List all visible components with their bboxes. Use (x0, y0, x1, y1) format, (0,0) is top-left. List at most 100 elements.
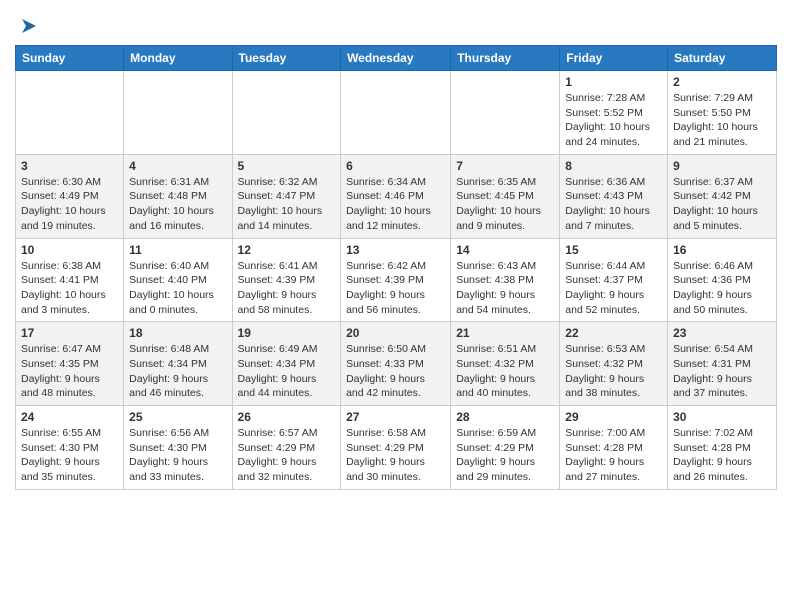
day-info: Sunrise: 6:57 AM Sunset: 4:29 PM Dayligh… (238, 426, 336, 485)
day-info: Sunrise: 6:36 AM Sunset: 4:43 PM Dayligh… (565, 175, 662, 234)
calendar-week-row: 10Sunrise: 6:38 AM Sunset: 4:41 PM Dayli… (16, 238, 777, 322)
day-number: 22 (565, 326, 662, 340)
calendar-week-row: 3 Sunrise: 6:30 AM Sunset: 4:49 PM Daylig… (16, 154, 777, 238)
day-info: Sunrise: 6:54 AM Sunset: 4:31 PM Dayligh… (673, 342, 771, 401)
calendar-header-row: SundayMondayTuesdayWednesdayThursdayFrid… (16, 46, 777, 71)
day-number: 7 (456, 159, 554, 173)
day-number: 13 (346, 243, 445, 257)
day-number: 1 (565, 75, 662, 89)
day-number: 8 (565, 159, 662, 173)
day-number: 9 (673, 159, 771, 173)
day-info: Sunrise: 6:32 AM Sunset: 4:47 PM Dayligh… (238, 175, 336, 234)
calendar-cell: 13 Sunrise: 6:42 AM Sunset: 4:39 PM Dayli… (341, 238, 451, 322)
calendar-cell: 18 Sunrise: 6:48 AM Sunset: 4:34 PM Dayli… (124, 322, 232, 406)
calendar-cell: 10Sunrise: 6:38 AM Sunset: 4:41 PM Dayli… (16, 238, 124, 322)
day-info: Sunrise: 6:48 AM Sunset: 4:34 PM Dayligh… (129, 342, 226, 401)
day-number: 11 (129, 243, 226, 257)
calendar-cell (232, 71, 341, 155)
calendar-cell: 4Sunrise: 6:31 AM Sunset: 4:48 PM Daylig… (124, 154, 232, 238)
day-info: Sunrise: 6:53 AM Sunset: 4:32 PM Dayligh… (565, 342, 662, 401)
day-number: 6 (346, 159, 445, 173)
day-info: Sunrise: 6:31 AM Sunset: 4:48 PM Dayligh… (129, 175, 226, 234)
calendar-cell: 5 Sunrise: 6:32 AM Sunset: 4:47 PM Daylig… (232, 154, 341, 238)
day-info: Sunrise: 7:28 AM Sunset: 5:52 PM Dayligh… (565, 91, 662, 150)
day-info: Sunrise: 7:02 AM Sunset: 4:28 PM Dayligh… (673, 426, 771, 485)
day-info: Sunrise: 6:50 AM Sunset: 4:33 PM Dayligh… (346, 342, 445, 401)
day-number: 28 (456, 410, 554, 424)
calendar-cell (16, 71, 124, 155)
calendar-cell: 17Sunrise: 6:47 AM Sunset: 4:35 PM Dayli… (16, 322, 124, 406)
day-number: 10 (21, 243, 118, 257)
calendar-cell: 9 Sunrise: 6:37 AM Sunset: 4:42 PM Daylig… (668, 154, 777, 238)
day-number: 24 (21, 410, 118, 424)
calendar-week-row: 1 Sunrise: 7:28 AM Sunset: 5:52 PM Daylig… (16, 71, 777, 155)
day-info: Sunrise: 6:34 AM Sunset: 4:46 PM Dayligh… (346, 175, 445, 234)
day-number: 14 (456, 243, 554, 257)
day-number: 26 (238, 410, 336, 424)
calendar-header-friday: Friday (560, 46, 668, 71)
calendar-cell: 23Sunrise: 6:54 AM Sunset: 4:31 PM Dayli… (668, 322, 777, 406)
calendar-cell: 14 Sunrise: 6:43 AM Sunset: 4:38 PM Dayli… (451, 238, 560, 322)
day-number: 15 (565, 243, 662, 257)
day-info: Sunrise: 6:59 AM Sunset: 4:29 PM Dayligh… (456, 426, 554, 485)
day-info: Sunrise: 7:00 AM Sunset: 4:28 PM Dayligh… (565, 426, 662, 485)
day-number: 19 (238, 326, 336, 340)
day-number: 3 (21, 159, 118, 173)
day-info: Sunrise: 6:46 AM Sunset: 4:36 PM Dayligh… (673, 259, 771, 318)
calendar-cell: 24 Sunrise: 6:55 AM Sunset: 4:30 PM Dayli… (16, 406, 124, 490)
logo (15, 15, 40, 37)
calendar-cell (451, 71, 560, 155)
day-number: 20 (346, 326, 445, 340)
day-info: Sunrise: 6:30 AM Sunset: 4:49 PM Dayligh… (21, 175, 118, 234)
calendar-cell: 2Sunrise: 7:29 AM Sunset: 5:50 PM Daylig… (668, 71, 777, 155)
calendar-header-sunday: Sunday (16, 46, 124, 71)
calendar-cell: 1 Sunrise: 7:28 AM Sunset: 5:52 PM Daylig… (560, 71, 668, 155)
calendar-header-tuesday: Tuesday (232, 46, 341, 71)
day-number: 30 (673, 410, 771, 424)
day-info: Sunrise: 6:44 AM Sunset: 4:37 PM Dayligh… (565, 259, 662, 318)
calendar-cell: 6 Sunrise: 6:34 AM Sunset: 4:46 PM Daylig… (341, 154, 451, 238)
calendar-header-wednesday: Wednesday (341, 46, 451, 71)
calendar-cell: 30 Sunrise: 7:02 AM Sunset: 4:28 PM Dayli… (668, 406, 777, 490)
header (15, 10, 777, 37)
day-number: 18 (129, 326, 226, 340)
calendar-header-thursday: Thursday (451, 46, 560, 71)
calendar-table: SundayMondayTuesdayWednesdayThursdayFrid… (15, 45, 777, 490)
day-info: Sunrise: 6:56 AM Sunset: 4:30 PM Dayligh… (129, 426, 226, 485)
day-info: Sunrise: 6:37 AM Sunset: 4:42 PM Dayligh… (673, 175, 771, 234)
calendar-cell: 22 Sunrise: 6:53 AM Sunset: 4:32 PM Dayli… (560, 322, 668, 406)
day-info: Sunrise: 7:29 AM Sunset: 5:50 PM Dayligh… (673, 91, 771, 150)
day-info: Sunrise: 6:58 AM Sunset: 4:29 PM Dayligh… (346, 426, 445, 485)
day-info: Sunrise: 6:41 AM Sunset: 4:39 PM Dayligh… (238, 259, 336, 318)
calendar-cell: 28 Sunrise: 6:59 AM Sunset: 4:29 PM Dayli… (451, 406, 560, 490)
day-number: 17 (21, 326, 118, 340)
day-info: Sunrise: 6:42 AM Sunset: 4:39 PM Dayligh… (346, 259, 445, 318)
calendar-cell: 12 Sunrise: 6:41 AM Sunset: 4:39 PM Dayli… (232, 238, 341, 322)
calendar-cell: 7Sunrise: 6:35 AM Sunset: 4:45 PM Daylig… (451, 154, 560, 238)
calendar-cell: 11 Sunrise: 6:40 AM Sunset: 4:40 PM Dayli… (124, 238, 232, 322)
day-info: Sunrise: 6:51 AM Sunset: 4:32 PM Dayligh… (456, 342, 554, 401)
calendar-cell: 15 Sunrise: 6:44 AM Sunset: 4:37 PM Dayli… (560, 238, 668, 322)
calendar-week-row: 24 Sunrise: 6:55 AM Sunset: 4:30 PM Dayli… (16, 406, 777, 490)
calendar-cell: 26 Sunrise: 6:57 AM Sunset: 4:29 PM Dayli… (232, 406, 341, 490)
calendar-cell: 21 Sunrise: 6:51 AM Sunset: 4:32 PM Dayli… (451, 322, 560, 406)
calendar-cell: 27 Sunrise: 6:58 AM Sunset: 4:29 PM Dayli… (341, 406, 451, 490)
calendar-cell: 20 Sunrise: 6:50 AM Sunset: 4:33 PM Dayli… (341, 322, 451, 406)
calendar-week-row: 17Sunrise: 6:47 AM Sunset: 4:35 PM Dayli… (16, 322, 777, 406)
day-number: 12 (238, 243, 336, 257)
day-info: Sunrise: 6:43 AM Sunset: 4:38 PM Dayligh… (456, 259, 554, 318)
calendar-cell: 19 Sunrise: 6:49 AM Sunset: 4:34 PM Dayli… (232, 322, 341, 406)
calendar-cell: 3 Sunrise: 6:30 AM Sunset: 4:49 PM Daylig… (16, 154, 124, 238)
day-info: Sunrise: 6:40 AM Sunset: 4:40 PM Dayligh… (129, 259, 226, 318)
calendar-header-monday: Monday (124, 46, 232, 71)
day-info: Sunrise: 6:49 AM Sunset: 4:34 PM Dayligh… (238, 342, 336, 401)
day-number: 5 (238, 159, 336, 173)
day-number: 16 (673, 243, 771, 257)
calendar-cell (341, 71, 451, 155)
calendar-cell: 25 Sunrise: 6:56 AM Sunset: 4:30 PM Dayli… (124, 406, 232, 490)
day-number: 27 (346, 410, 445, 424)
calendar-header-saturday: Saturday (668, 46, 777, 71)
day-info: Sunrise: 6:55 AM Sunset: 4:30 PM Dayligh… (21, 426, 118, 485)
day-number: 25 (129, 410, 226, 424)
day-number: 21 (456, 326, 554, 340)
